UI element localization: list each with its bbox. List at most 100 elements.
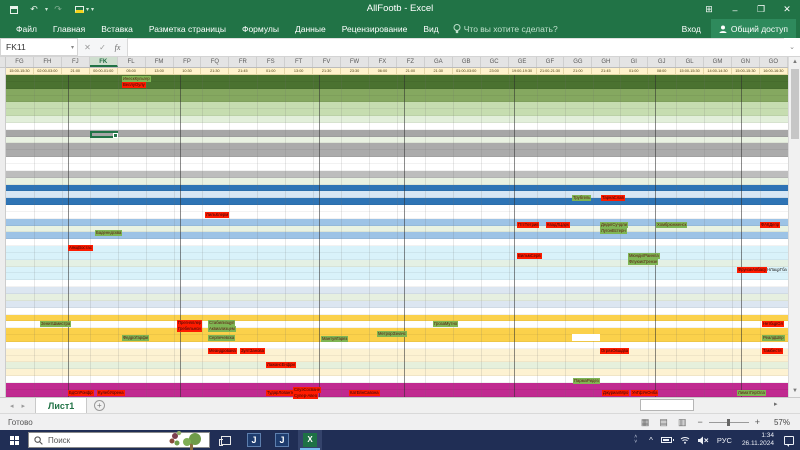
sheet-nav-next-icon[interactable]: ▸ [22, 402, 26, 410]
match-label[interactable]: ПармаРидез [573, 378, 600, 384]
sign-in-link[interactable]: Вход [682, 24, 701, 34]
scroll-down-icon[interactable]: ▼ [789, 386, 800, 397]
match-label[interactable]: Серпечевска [208, 335, 235, 341]
time-cell-FM[interactable]: 13:00 [146, 68, 174, 74]
ribbon-tab-3[interactable]: Разметка страницы [141, 24, 234, 34]
match-label[interactable]: Аквиализцем [208, 326, 236, 332]
ribbon-tab-0[interactable]: Файл [8, 24, 45, 34]
name-box-caret-icon[interactable]: ▾ [71, 44, 77, 51]
match-label[interactable]: КулебУорена [97, 390, 125, 396]
match-label[interactable]: ВеллуОулу [122, 82, 146, 88]
match-label[interactable]: Трубгель [572, 195, 591, 201]
minimize-button[interactable]: – [722, 0, 748, 19]
time-cell-GL[interactable]: 15:00-15:30 [676, 68, 704, 74]
time-cell-FP[interactable]: 10:30 [174, 68, 202, 74]
column-header-GI[interactable]: GI [620, 57, 648, 67]
ribbon-options-button[interactable]: ⊞ [696, 0, 722, 19]
horizontal-scroll-right-icon[interactable]: ▸ [774, 400, 778, 408]
column-header-GB[interactable]: GB [453, 57, 481, 67]
match-label[interactable]: Тамбестя [762, 348, 783, 354]
column-header-FR[interactable]: FR [229, 57, 257, 67]
column-header-GG[interactable]: GG [564, 57, 592, 67]
battery-icon[interactable] [661, 437, 672, 443]
time-cell-FW[interactable]: 23:30 [341, 68, 369, 74]
column-header-GF[interactable]: GF [537, 57, 565, 67]
name-box[interactable]: FK11 ▾ [0, 38, 78, 56]
app-j-1-button[interactable]: J [242, 430, 266, 450]
column-header-GM[interactable]: GM [704, 57, 732, 67]
time-cell-FZ[interactable]: 21:00 [397, 68, 425, 74]
time-cell-GB[interactable]: 01:00-03:00 [453, 68, 481, 74]
column-header-GC[interactable]: GC [481, 57, 509, 67]
match-label[interactable]: ФАКДепр [760, 222, 780, 228]
time-cell-FG[interactable]: 15:00-15:30 [6, 68, 34, 74]
zoom-out-button[interactable]: − [697, 417, 702, 427]
column-header-FP[interactable]: FP [174, 57, 202, 67]
active-cell-selection[interactable] [90, 131, 118, 138]
match-label[interactable]: ЛильКлерм [205, 212, 229, 218]
zoom-level[interactable]: 57% [774, 418, 790, 427]
column-header-FV[interactable]: FV [313, 57, 341, 67]
column-header-FG[interactable]: FG [6, 57, 34, 67]
match-label[interactable]: АякцВостас [68, 245, 93, 251]
tell-me-search[interactable]: Что вы хотите сделать? [453, 24, 558, 34]
column-header-GJ[interactable]: GJ [648, 57, 676, 67]
restore-button[interactable]: ❐ [748, 0, 774, 19]
column-header-GA[interactable]: GA [425, 57, 453, 67]
action-center-icon[interactable] [784, 436, 794, 445]
zoom-slider-thumb[interactable] [727, 419, 730, 426]
match-label[interactable]: ЗултЗанова [240, 348, 265, 354]
column-header-FS[interactable]: FS [257, 57, 285, 67]
normal-view-icon[interactable]: ▦ [641, 417, 650, 428]
app-j-2-button[interactable]: J [270, 430, 294, 450]
match-label[interactable]: Супер-Авео [293, 393, 318, 399]
match-label[interactable]: НЛацрГба [766, 267, 788, 273]
match-label[interactable]: Меандрована [208, 348, 237, 354]
match-label[interactable]: ВильмСерв [517, 253, 542, 259]
volume-muted-icon[interactable] [698, 436, 709, 445]
insert-function-icon[interactable]: fx [110, 43, 125, 52]
time-cell-FL[interactable]: 05:00 [118, 68, 146, 74]
language-indicator[interactable]: РУС [717, 436, 732, 445]
ribbon-tab-4[interactable]: Формулы [234, 24, 287, 34]
match-label[interactable]: НетбцрОл [762, 321, 784, 327]
time-cell-FH[interactable]: 02:00-03:00 [34, 68, 62, 74]
column-header-FM[interactable]: FM [146, 57, 174, 67]
time-cell-GC[interactable]: 23:00 [481, 68, 509, 74]
excel-taskbar-button[interactable]: X [298, 430, 322, 450]
enter-icon[interactable]: ✓ [95, 43, 110, 52]
time-cell-GA[interactable]: 21:30 [425, 68, 453, 74]
match-label[interactable]: ЛажансЕнфри [266, 362, 296, 368]
share-button[interactable]: Общий доступ [711, 19, 796, 38]
time-cell-GM[interactable]: 14:00-14:30 [704, 68, 732, 74]
ribbon-tab-1[interactable]: Главная [45, 24, 93, 34]
close-button[interactable]: ✕ [774, 0, 800, 19]
column-header-FZ[interactable]: FZ [397, 57, 425, 67]
time-cell-FX[interactable]: 06:00 [369, 68, 397, 74]
time-cell-FQ[interactable]: 21:30 [201, 68, 229, 74]
scroll-up-icon[interactable]: ▲ [789, 57, 800, 68]
formula-input[interactable] [128, 38, 784, 56]
column-header-GH[interactable]: GH [592, 57, 620, 67]
wifi-icon[interactable] [680, 436, 690, 444]
match-label[interactable]: ТарнаСлав [601, 195, 625, 201]
page-break-view-icon[interactable]: ▥ [678, 417, 687, 428]
match-label[interactable]: ФедроГарфи [122, 335, 149, 341]
match-label[interactable]: Баденндсква [95, 230, 122, 236]
vertical-scrollbar[interactable]: ▲ ▼ [788, 57, 800, 397]
zoom-in-button[interactable]: + [755, 417, 760, 427]
time-cell-FK[interactable]: 00:00-01:00 [90, 68, 118, 74]
column-header-FH[interactable]: FH [34, 57, 62, 67]
add-sheet-button[interactable]: + [87, 398, 111, 413]
match-label[interactable]: ГрозаМутно [433, 321, 458, 327]
column-header-FW[interactable]: FW [341, 57, 369, 67]
column-header-FL[interactable]: FL [118, 57, 146, 67]
task-view-button[interactable] [214, 430, 238, 450]
time-cell-FJ[interactable]: 21:00 [62, 68, 90, 74]
match-label[interactable]: КвадЛЦарк [546, 222, 570, 228]
match-label[interactable]: ЗенитШмистра [40, 321, 71, 327]
time-cell-GJ[interactable]: 08:00 [648, 68, 676, 74]
column-header-GE[interactable]: GE [509, 57, 537, 67]
column-header-GL[interactable]: GL [676, 57, 704, 67]
match-label[interactable]: ФрунзеАлбасу [737, 267, 767, 273]
